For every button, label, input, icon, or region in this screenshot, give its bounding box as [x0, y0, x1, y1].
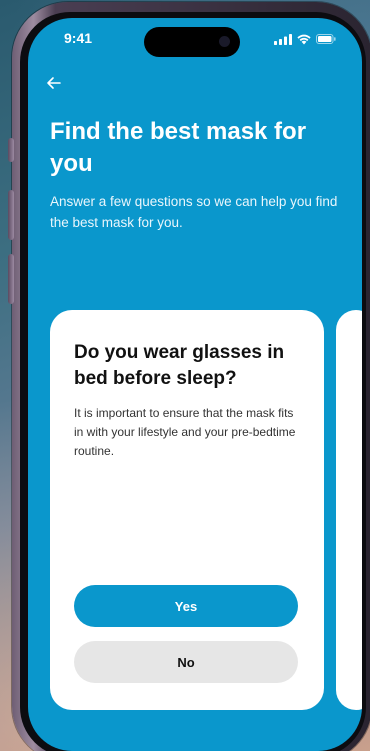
cellular-signal-icon [274, 34, 292, 45]
status-icons [274, 32, 336, 46]
wifi-icon [297, 34, 311, 45]
camera-icon [219, 36, 230, 47]
status-time: 9:41 [64, 30, 93, 46]
page-title: Find the best mask for you [50, 118, 307, 177]
question-title: Do you wear glasses in bed before sleep? [74, 342, 285, 389]
next-question-card[interactable] [336, 310, 362, 710]
battery-icon [316, 34, 336, 44]
phone-screen: 9:41 Find the best mask for you Answer a… [28, 18, 362, 751]
arrow-left-icon[interactable] [46, 76, 62, 90]
phone-side-button [8, 138, 14, 162]
question-card: Do you wear glasses in bed before sleep?… [50, 310, 324, 710]
no-button[interactable]: No [74, 641, 298, 683]
phone-volume-down-button [8, 254, 14, 304]
question-description: It is important to ensure that the mask … [74, 406, 296, 458]
yes-button[interactable]: Yes [74, 585, 298, 627]
dynamic-island [144, 27, 240, 57]
page-subtitle: Answer a few questions so we can help yo… [50, 194, 338, 230]
status-bar: 9:41 [28, 18, 362, 62]
phone-volume-up-button [8, 190, 14, 240]
